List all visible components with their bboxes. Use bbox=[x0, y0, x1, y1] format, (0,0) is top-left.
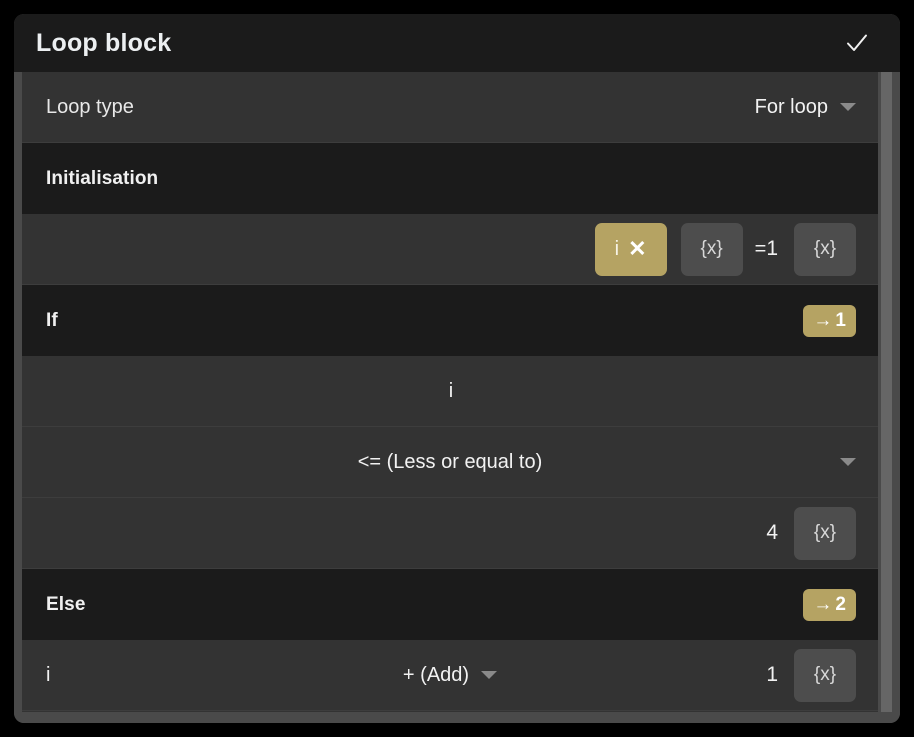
arrow-right-icon: → bbox=[813, 594, 833, 615]
loop-type-label: Loop type bbox=[46, 95, 134, 118]
section-header-initialisation: Initialisation bbox=[22, 143, 878, 214]
condition-comparator-row[interactable]: <= (Less or equal to) bbox=[22, 427, 878, 498]
condition-comparator: <= (Less or equal to) bbox=[357, 450, 543, 473]
increment-operation-wrap: + (Add) bbox=[22, 664, 878, 687]
vertical-scrollbar[interactable] bbox=[881, 72, 892, 712]
increment-value-picker-button[interactable]: {x} bbox=[794, 648, 856, 702]
init-variable-picker-button[interactable]: {x} bbox=[680, 222, 743, 276]
condition-right-group: 4 {x} bbox=[766, 506, 856, 560]
page-title: Loop block bbox=[36, 28, 172, 57]
else-goto-badge[interactable]: → 2 bbox=[803, 588, 856, 621]
dialog-titlebar: Loop block bbox=[14, 14, 900, 72]
condition-right-value[interactable]: 4 bbox=[766, 521, 778, 545]
dialog-body: Loop type For loop Initialisation i ✕ {x… bbox=[14, 72, 900, 723]
arrow-right-icon: → bbox=[813, 310, 833, 331]
condition-value-picker-button[interactable]: {x} bbox=[794, 506, 856, 560]
init-value-picker-button[interactable]: {x} bbox=[794, 222, 856, 276]
section-title: If bbox=[46, 309, 58, 331]
if-goto-number: 1 bbox=[835, 310, 846, 331]
loop-type-value: For loop bbox=[754, 95, 828, 118]
remove-variable-icon[interactable]: ✕ bbox=[628, 238, 646, 260]
else-goto-number: 2 bbox=[835, 594, 846, 615]
initialisation-row: i ✕ {x} = 1 {x} bbox=[22, 214, 878, 285]
increment-operation: + (Add) bbox=[402, 663, 470, 686]
chevron-down-icon bbox=[840, 103, 856, 111]
increment-value-group: 1 {x} bbox=[766, 648, 856, 702]
loop-block-dialog: Loop block Loop type For loop Initialisa… bbox=[14, 14, 900, 723]
section-header-if: If → 1 bbox=[22, 285, 878, 356]
condition-left-operand-row[interactable]: i bbox=[22, 356, 878, 427]
increment-row: i + (Add) 1 {x} bbox=[22, 640, 878, 711]
chevron-down-icon bbox=[481, 671, 498, 679]
scrollbar-thumb[interactable] bbox=[881, 72, 892, 712]
section-header-else: Else → 2 bbox=[22, 569, 878, 640]
settings-list: Loop type For loop Initialisation i ✕ {x… bbox=[22, 72, 878, 712]
init-variable-chip[interactable]: i ✕ bbox=[594, 222, 667, 276]
loop-type-row[interactable]: Loop type For loop bbox=[22, 72, 878, 143]
loop-type-dropdown[interactable]: For loop bbox=[755, 96, 856, 119]
init-value[interactable]: 1 bbox=[766, 237, 778, 261]
section-title: Else bbox=[46, 593, 86, 615]
if-goto-badge[interactable]: → 1 bbox=[803, 304, 856, 337]
condition-right-value-row: 4 {x} bbox=[22, 498, 878, 569]
increment-value[interactable]: 1 bbox=[766, 663, 778, 687]
init-value-group: 1 {x} bbox=[766, 222, 856, 276]
init-operator: = bbox=[754, 237, 767, 260]
increment-variable[interactable]: i bbox=[46, 664, 50, 687]
increment-operation-dropdown[interactable]: + (Add) bbox=[402, 663, 498, 687]
chevron-down-icon[interactable] bbox=[840, 458, 856, 466]
section-title: Initialisation bbox=[46, 167, 159, 189]
condition-left-operand: i bbox=[448, 379, 454, 402]
confirm-check-icon[interactable] bbox=[840, 26, 874, 60]
init-variable-name: i bbox=[614, 237, 620, 260]
